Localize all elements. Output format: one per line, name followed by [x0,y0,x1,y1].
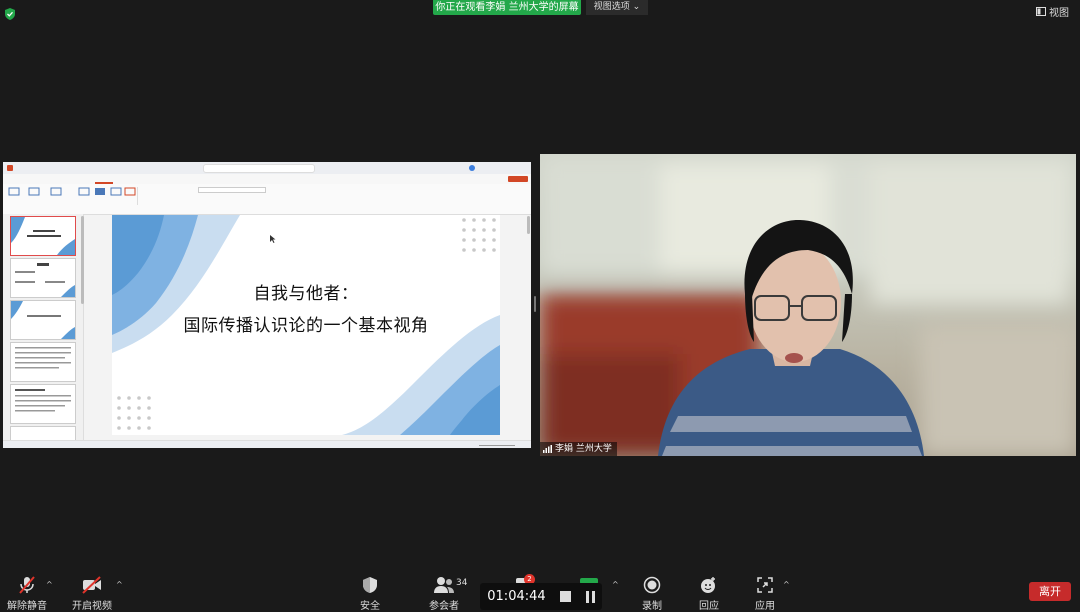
apps-icon [757,577,773,593]
slide-title-line-2: 国际传播认识论的一个基本视角 [183,316,429,336]
slide-thumbnail-pane[interactable] [3,214,84,442]
mouse-cursor-icon [270,235,276,243]
participants-icon [434,577,454,593]
reactions-button[interactable]: 回应 [679,576,739,612]
thumbnail-scrollbar[interactable] [81,216,84,304]
slide-thumbnail-5[interactable] [10,384,76,424]
participant-name-tag: 李娟 兰州大学 [540,442,617,456]
slide-thumbnail-1[interactable] [10,216,76,256]
account-avatar[interactable] [469,165,475,171]
record-button[interactable]: 录制 [622,576,682,612]
recording-timer-bar: 01:04:44 [480,583,602,610]
view-options-label: 视图选项 [593,2,630,12]
share-ribbon-button[interactable] [508,176,528,182]
current-slide[interactable]: 自我与他者： 国际传播认识论的一个基本视角 [112,215,500,435]
view-options-dropdown[interactable]: 视图选项 ⌄ [586,0,648,15]
share-options-caret[interactable]: ^ [612,580,619,589]
video-camera-off-icon [82,576,101,594]
ribbon-checkbox-group[interactable] [137,187,193,205]
powerpoint-logo-icon [7,165,13,171]
view-button[interactable]: 视图 [1036,4,1069,19]
split-resize-handle[interactable] [534,296,536,312]
pause-icon[interactable] [585,590,595,603]
view-mode-buttons[interactable] [433,443,473,447]
security-shield-icon[interactable] [3,7,17,21]
shield-icon [363,577,377,593]
elapsed-time: 01:04:44 [487,589,546,604]
smiley-plus-icon [701,577,715,593]
record-icon [643,576,661,594]
start-video-button[interactable]: 开启视频 [62,576,122,612]
ppt-search-box[interactable] [203,164,315,173]
slide-thumbnail-2[interactable] [10,258,76,298]
apps-options-caret[interactable]: ^ [783,580,790,589]
monitor-dropdown[interactable] [198,187,266,193]
leave-meeting-button[interactable]: 离开 [1029,582,1071,601]
zoom-slider[interactable] [479,444,515,446]
chevron-down-icon: ⌄ [632,2,641,12]
slide-thumbnail-3[interactable] [10,300,76,340]
ribbon-slideshow-icons[interactable] [7,186,137,206]
view-layout-icon [1036,7,1046,16]
window-controls[interactable] [508,164,528,171]
shared-screen[interactable]: 自我与他者： 国际传播认识论的一个基本视角 [3,162,531,448]
video-frame [540,154,1076,456]
audio-options-caret[interactable]: ^ [46,580,53,589]
stop-icon[interactable] [560,591,572,602]
security-button[interactable]: 安全 [340,576,400,612]
ppt-status-bar [3,440,531,448]
microphone-muted-icon [19,576,35,594]
slide-scrollbar[interactable] [527,216,530,234]
slide-thumbnail-4[interactable] [10,342,76,382]
signal-strength-icon [543,445,552,453]
participant-name: 李娟 兰州大学 [555,444,612,454]
screen-share-banner: 你正在观看李娟 兰州大学的屏幕 [433,0,581,15]
participants-count: 34 [456,578,468,588]
participants-button[interactable]: 34 参会者 [414,576,474,612]
view-button-label: 视图 [1049,8,1069,19]
video-options-caret[interactable]: ^ [116,580,123,589]
ppt-menu-bar[interactable] [3,174,531,184]
slide-title-line-1: 自我与他者： [253,284,359,304]
ppt-ribbon[interactable] [3,184,531,215]
participant-video[interactable]: 李娟 兰州大学 [540,154,1076,456]
